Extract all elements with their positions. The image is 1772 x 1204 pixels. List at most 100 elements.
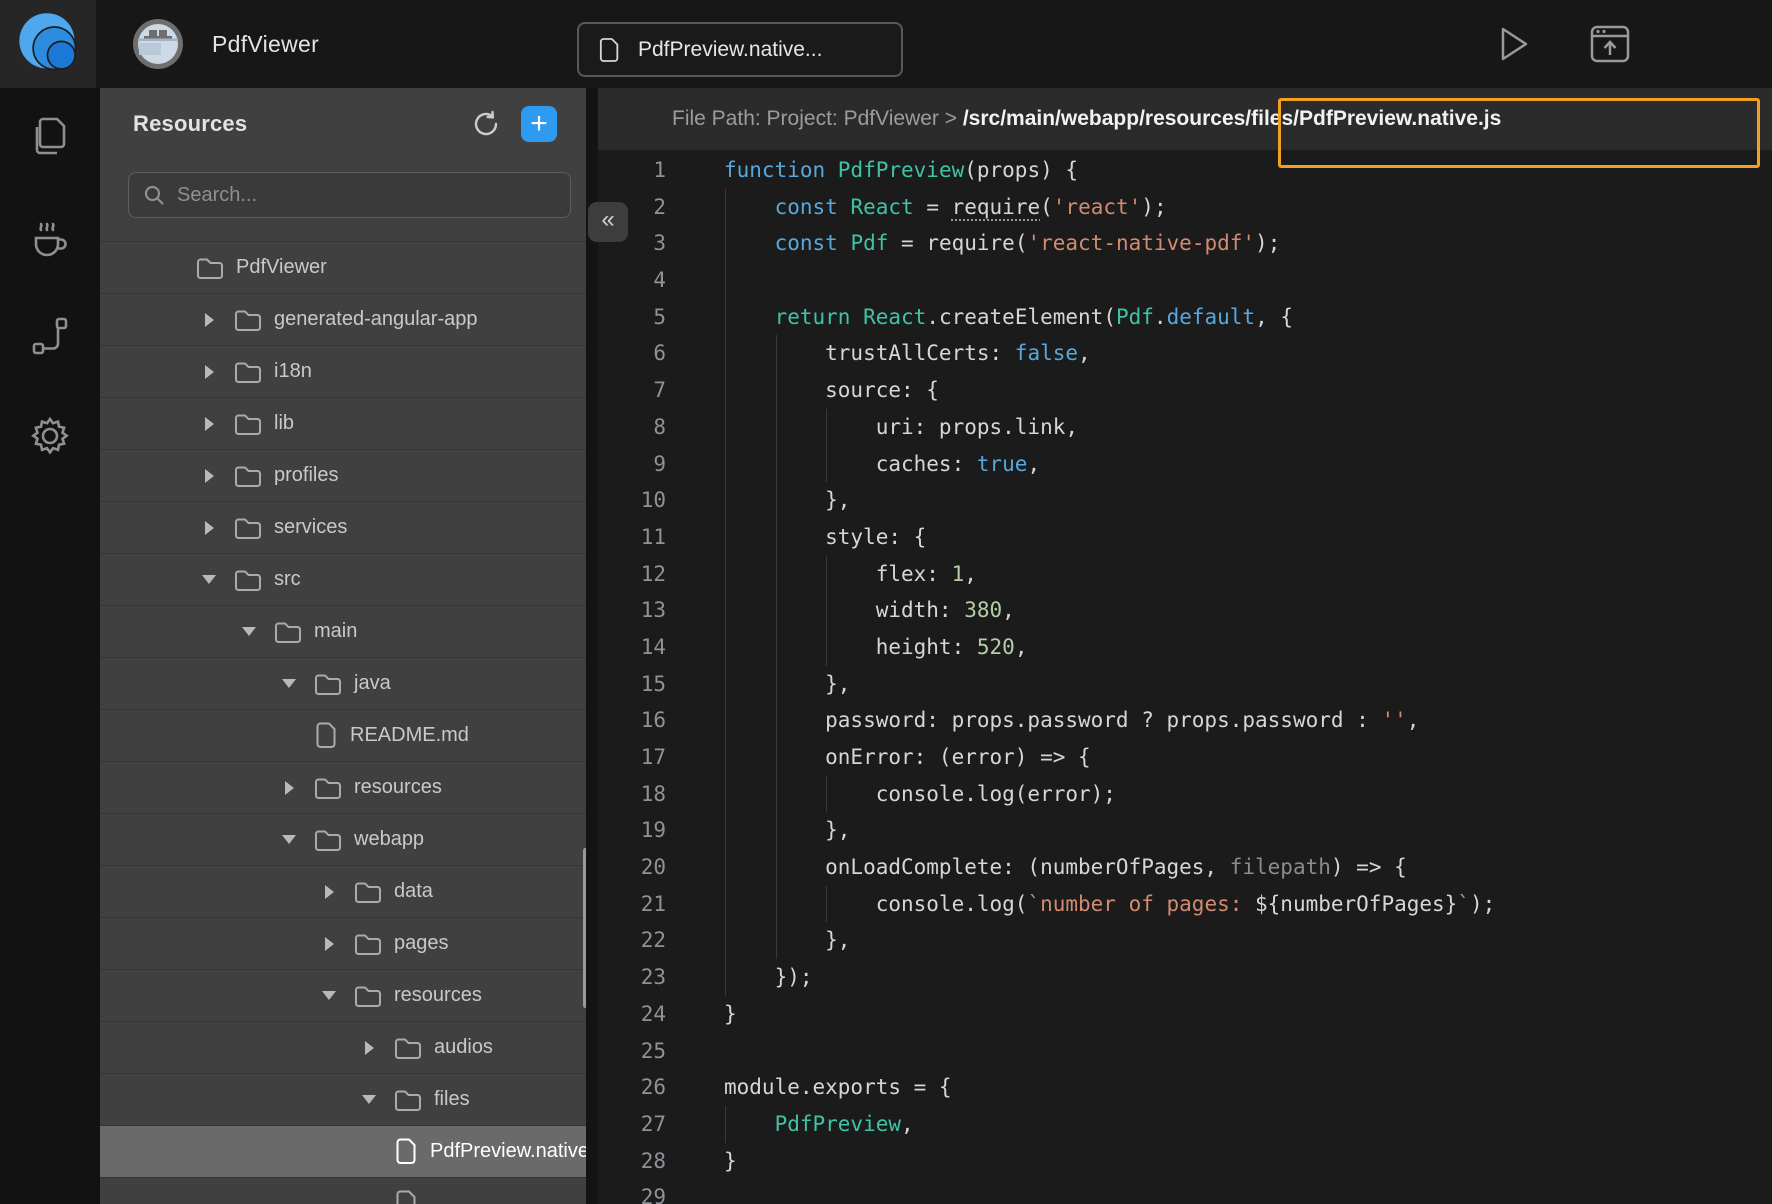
folder-icon <box>234 360 262 384</box>
pages-icon[interactable] <box>28 114 72 158</box>
chevron-right-icon[interactable] <box>276 775 302 801</box>
code-line-16[interactable]: 16 password: props.password ? props.pass… <box>598 702 1772 739</box>
tree-item-data[interactable]: data <box>100 866 586 918</box>
tree-item-label: README.md <box>350 724 469 747</box>
code-line-29[interactable]: 29 <box>598 1179 1772 1204</box>
run-button[interactable] <box>1492 22 1536 66</box>
tree-item-label: profiles <box>274 464 338 487</box>
app-avatar-icon[interactable] <box>130 16 186 72</box>
chevron-right-icon[interactable] <box>356 1035 382 1061</box>
chevron-down-icon[interactable] <box>196 567 222 593</box>
gear-icon[interactable] <box>28 414 72 458</box>
indent-guide <box>725 702 726 739</box>
chevron-right-icon[interactable] <box>196 515 222 541</box>
tree-scrollbar-thumb[interactable] <box>583 848 586 1008</box>
indent-guide <box>776 482 777 519</box>
code-line-1[interactable]: 1function PdfPreview(props) { <box>598 152 1772 189</box>
code-line-7[interactable]: 7 source: { <box>598 372 1772 409</box>
tree-item-generated-angular-app[interactable]: generated-angular-app <box>100 294 586 346</box>
folder-icon <box>394 1036 422 1060</box>
panel-editor-divider[interactable] <box>586 88 598 1204</box>
code-line-18[interactable]: 18 console.log(error); <box>598 776 1772 813</box>
code-line-20[interactable]: 20 onLoadComplete: (numberOfPages, filep… <box>598 849 1772 886</box>
chevron-right-icon[interactable] <box>196 463 222 489</box>
tree-item-partial[interactable] <box>100 1178 586 1204</box>
chevron-right-icon[interactable] <box>196 411 222 437</box>
folder-icon <box>234 412 262 436</box>
line-number: 19 <box>598 812 666 849</box>
indent-guide <box>725 372 726 409</box>
tree-item-profiles[interactable]: profiles <box>100 450 586 502</box>
code-line-26[interactable]: 26module.exports = { <box>598 1069 1772 1106</box>
code-line-2[interactable]: 2 const React = require('react'); <box>598 189 1772 226</box>
line-content: uri: props.link, <box>724 409 1078 446</box>
open-file-tab[interactable]: PdfPreview.native... <box>577 22 903 77</box>
code-line-4[interactable]: 4 <box>598 262 1772 299</box>
tree-item-webapp[interactable]: webapp <box>100 814 586 866</box>
line-number: 26 <box>598 1069 666 1106</box>
chevron-down-icon[interactable] <box>276 671 302 697</box>
code-line-19[interactable]: 19 }, <box>598 812 1772 849</box>
code-line-10[interactable]: 10 }, <box>598 482 1772 519</box>
product-logo[interactable] <box>0 0 96 88</box>
flow-icon[interactable] <box>28 314 72 358</box>
chevron-right-icon[interactable] <box>196 359 222 385</box>
collapse-panel-button[interactable]: « <box>588 202 628 242</box>
chevron-right-icon[interactable] <box>316 879 342 905</box>
tree-item-main[interactable]: main <box>100 606 586 658</box>
chevron-down-icon[interactable] <box>276 827 302 853</box>
search-input[interactable] <box>177 184 556 207</box>
code-line-21[interactable]: 21 console.log(`number of pages: ${numbe… <box>598 886 1772 923</box>
code-line-24[interactable]: 24} <box>598 996 1772 1033</box>
code-view[interactable]: 1function PdfPreview(props) {2 const Rea… <box>598 150 1772 1204</box>
code-line-5[interactable]: 5 return React.createElement(Pdf.default… <box>598 299 1772 336</box>
publish-button[interactable] <box>1588 22 1632 66</box>
code-line-12[interactable]: 12 flex: 1, <box>598 556 1772 593</box>
file-icon <box>316 722 338 749</box>
tree-item-pages[interactable]: pages <box>100 918 586 970</box>
code-line-23[interactable]: 23 }); <box>598 959 1772 996</box>
chevron-down-icon[interactable] <box>356 1087 382 1113</box>
code-line-3[interactable]: 3 const Pdf = require('react-native-pdf'… <box>598 225 1772 262</box>
indent-guide <box>725 225 726 262</box>
code-line-13[interactable]: 13 width: 380, <box>598 592 1772 629</box>
code-line-25[interactable]: 25 <box>598 1033 1772 1070</box>
code-line-15[interactable]: 15 }, <box>598 666 1772 703</box>
chevron-right-icon[interactable] <box>316 931 342 957</box>
indent-guide <box>725 629 726 666</box>
add-resource-button[interactable]: + <box>521 106 557 142</box>
tree-item-src[interactable]: src <box>100 554 586 606</box>
chevron-down-icon[interactable] <box>316 983 342 1009</box>
chevron-down-icon[interactable] <box>236 619 262 645</box>
tree-item-resources[interactable]: resources <box>100 970 586 1022</box>
tree-item-readme.md[interactable]: README.md <box>100 710 586 762</box>
tree-item-lib[interactable]: lib <box>100 398 586 450</box>
code-line-14[interactable]: 14 height: 520, <box>598 629 1772 666</box>
code-line-28[interactable]: 28} <box>598 1143 1772 1180</box>
coffee-icon[interactable] <box>28 214 72 258</box>
line-number: 23 <box>598 959 666 996</box>
refresh-button[interactable] <box>469 107 503 141</box>
tree-item-i18n[interactable]: i18n <box>100 346 586 398</box>
indent-guide <box>776 849 777 886</box>
code-line-11[interactable]: 11 style: { <box>598 519 1772 556</box>
code-line-8[interactable]: 8 uri: props.link, <box>598 409 1772 446</box>
tree-item-services[interactable]: services <box>100 502 586 554</box>
tree-item-resources[interactable]: resources <box>100 762 586 814</box>
code-line-27[interactable]: 27 PdfPreview, <box>598 1106 1772 1143</box>
resource-search[interactable] <box>128 172 571 218</box>
line-number: 22 <box>598 922 666 959</box>
code-line-17[interactable]: 17 onError: (error) => { <box>598 739 1772 776</box>
code-line-22[interactable]: 22 }, <box>598 922 1772 959</box>
code-line-9[interactable]: 9 caches: true, <box>598 446 1772 483</box>
tree-item-audios[interactable]: audios <box>100 1022 586 1074</box>
code-line-6[interactable]: 6 trustAllCerts: false, <box>598 335 1772 372</box>
tree-item-files[interactable]: files <box>100 1074 586 1126</box>
chevron-right-icon[interactable] <box>196 307 222 333</box>
tree-item-java[interactable]: java <box>100 658 586 710</box>
tree-item-pdfpreview.native.js[interactable]: PdfPreview.native.js <box>100 1126 586 1178</box>
tree-item-pdfviewer[interactable]: PdfViewer <box>100 242 586 294</box>
tree-item-label: lib <box>274 412 294 435</box>
topbar-actions <box>1492 0 1632 88</box>
indent-guide <box>826 886 827 923</box>
